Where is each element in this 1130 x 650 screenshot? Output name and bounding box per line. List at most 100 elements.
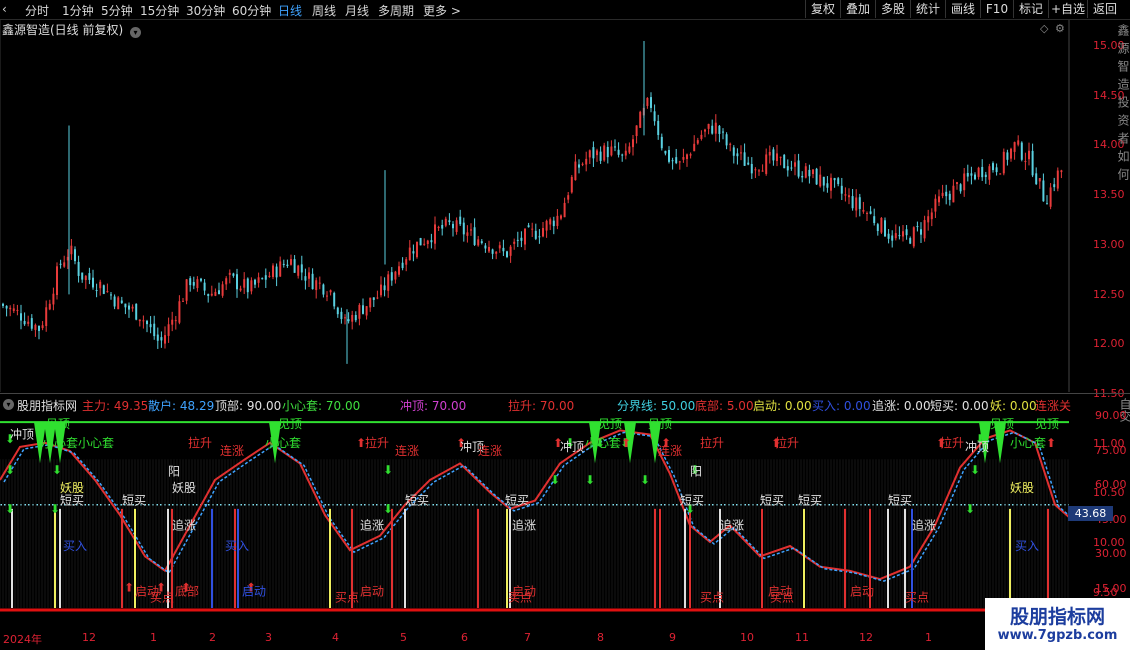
signal-label: 阳 bbox=[690, 465, 702, 479]
candle bbox=[452, 221, 454, 237]
candle bbox=[790, 160, 793, 171]
candle bbox=[700, 130, 703, 141]
candle bbox=[30, 314, 33, 331]
back-icon[interactable]: ‹ bbox=[2, 2, 7, 16]
f10-button[interactable]: F10 bbox=[980, 0, 1013, 18]
tab-60min[interactable]: 60分钟 bbox=[232, 2, 271, 19]
fuquan-button[interactable]: 复权 bbox=[805, 0, 840, 18]
signal-label: 连涨 bbox=[220, 443, 244, 458]
candle bbox=[20, 304, 22, 330]
signal-label: 阳 bbox=[168, 465, 180, 479]
candle bbox=[783, 153, 786, 169]
diejia-button[interactable]: 叠加 bbox=[840, 0, 875, 18]
candle bbox=[218, 282, 220, 295]
candle bbox=[606, 141, 609, 164]
signal-label: 妖股 bbox=[172, 481, 196, 495]
candle bbox=[362, 298, 364, 315]
candle bbox=[1013, 141, 1016, 160]
candle bbox=[92, 269, 94, 290]
candle bbox=[725, 132, 728, 150]
candle bbox=[588, 149, 591, 164]
candle bbox=[405, 257, 408, 272]
candle bbox=[722, 128, 724, 140]
candle bbox=[884, 217, 886, 237]
candle bbox=[927, 209, 930, 231]
date-tick-label: 10 bbox=[740, 631, 754, 644]
candle bbox=[844, 187, 847, 202]
candle bbox=[358, 303, 361, 326]
signal-label: 见顶 bbox=[990, 417, 1014, 431]
tab-more[interactable]: 更多 > bbox=[423, 2, 461, 19]
down-arrow-icon: ⬇ bbox=[585, 473, 595, 487]
candle bbox=[556, 209, 559, 230]
candle bbox=[527, 222, 530, 228]
indicator-tick-label: 30.00 bbox=[1095, 547, 1127, 561]
add-watchlist-button[interactable]: +自选 bbox=[1048, 0, 1087, 18]
candle bbox=[1056, 167, 1059, 192]
tab-daily[interactable]: 日线 bbox=[278, 2, 302, 19]
candle bbox=[682, 148, 685, 163]
duogu-button[interactable]: 多股 bbox=[875, 0, 910, 18]
candle bbox=[63, 255, 66, 268]
candle bbox=[693, 135, 696, 152]
date-tick-label: 2 bbox=[209, 631, 216, 644]
tab-5min[interactable]: 5分钟 bbox=[101, 2, 133, 19]
indicator-tick-label: 75.00 bbox=[1095, 443, 1127, 457]
tab-weekly[interactable]: 周线 bbox=[312, 2, 336, 19]
tongji-button[interactable]: 统计 bbox=[910, 0, 945, 18]
down-arrow-icon: ⬇ bbox=[970, 463, 980, 477]
signal-label: 追涨 bbox=[912, 517, 936, 532]
candle bbox=[196, 276, 199, 292]
date-tick-label: 12 bbox=[859, 631, 873, 644]
signal-label: 买点 bbox=[150, 591, 174, 605]
candle bbox=[761, 164, 764, 172]
candle bbox=[704, 128, 706, 138]
candle bbox=[394, 270, 397, 284]
top-bar: ‹ 分时 1分钟 5分钟 15分钟 30分钟 60分钟 日线 周线 月线 多周期… bbox=[0, 0, 1130, 20]
signal-label: 拉升 bbox=[940, 435, 964, 450]
candle bbox=[135, 303, 138, 321]
candlestick-chart[interactable]: ◇ ⚙ bbox=[0, 20, 1070, 392]
panel-divider bbox=[0, 393, 1130, 394]
candle bbox=[322, 283, 325, 298]
candle bbox=[455, 217, 458, 235]
watermark: 股朋指标网 www.7gpzb.com bbox=[985, 598, 1130, 650]
candle bbox=[880, 217, 883, 234]
candle bbox=[678, 160, 681, 170]
candle bbox=[624, 143, 627, 160]
tab-1min[interactable]: 1分钟 bbox=[62, 2, 94, 19]
signal-label: 小心套 bbox=[42, 436, 78, 450]
candle bbox=[531, 222, 534, 237]
date-tick-label: 12 bbox=[82, 631, 96, 644]
biaoji-button[interactable]: 标记 bbox=[1013, 0, 1048, 18]
indicator-collapse-icon[interactable]: ▾ bbox=[3, 399, 14, 410]
tab-fenshi[interactable]: 分时 bbox=[25, 2, 49, 19]
huaxian-button[interactable]: 画线 bbox=[945, 0, 980, 18]
tab-30min[interactable]: 30分钟 bbox=[186, 2, 225, 19]
back-button[interactable]: 返回 bbox=[1087, 0, 1122, 18]
candle bbox=[898, 226, 901, 240]
candle bbox=[509, 244, 512, 263]
candle bbox=[1010, 147, 1012, 162]
candle bbox=[225, 276, 228, 290]
candle bbox=[592, 141, 595, 167]
up-arrow-icon: ⬆ bbox=[621, 436, 631, 450]
candle bbox=[869, 206, 872, 215]
candle bbox=[574, 154, 577, 181]
candle bbox=[959, 183, 962, 194]
tab-multi-period[interactable]: 多周期 bbox=[378, 2, 414, 19]
candle bbox=[765, 148, 768, 176]
signal-label: 冲顶 bbox=[560, 439, 584, 454]
indicator-chart[interactable]: ⬇⬇⬇⬇⬇⬇⬇⬇⬇⬇⬇⬇⬇⬇⬇⬇⬇⬇⬇⬆⬆⬆⬆⬆⬆⬆⬆⬆⬆⬆⬆冲顶小心套见顶小心… bbox=[0, 412, 1070, 630]
tab-15min[interactable]: 15分钟 bbox=[140, 2, 179, 19]
signal-label: 追涨 bbox=[720, 517, 744, 532]
candle bbox=[106, 283, 109, 293]
candle bbox=[441, 219, 444, 236]
candle bbox=[966, 164, 969, 182]
candle bbox=[732, 145, 735, 164]
candle bbox=[124, 303, 127, 315]
tab-monthly[interactable]: 月线 bbox=[345, 2, 369, 19]
candle bbox=[851, 188, 854, 211]
signal-label: 短买 bbox=[888, 494, 912, 508]
candle bbox=[2, 302, 4, 309]
